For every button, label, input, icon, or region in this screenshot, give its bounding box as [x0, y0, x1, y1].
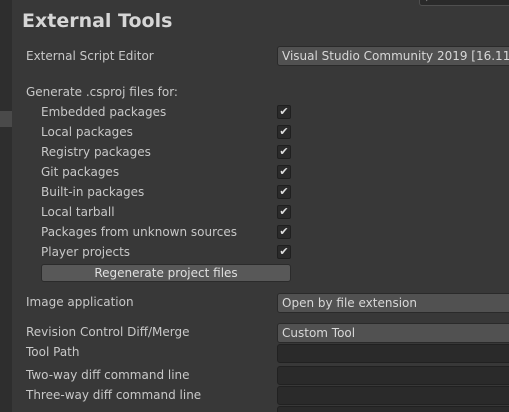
search-icon: ⌕: [426, 0, 432, 5]
built-in-packages-checkbox[interactable]: ✔: [277, 185, 291, 199]
image-application-label: Image application: [26, 295, 134, 309]
csproj-item-label: Embedded packages: [41, 105, 167, 119]
csproj-item-label: Local tarball: [41, 205, 115, 219]
external-script-editor-label: External Script Editor: [26, 49, 154, 63]
embedded-packages-checkbox[interactable]: ✔: [277, 105, 291, 119]
git-packages-checkbox[interactable]: ✔: [277, 165, 291, 179]
three-way-diff-label: Three-way diff command line: [26, 388, 202, 402]
tool-path-field[interactable]: [277, 344, 509, 363]
local-tarball-checkbox[interactable]: ✔: [277, 205, 291, 219]
image-application-dropdown[interactable]: Open by file extension: [277, 293, 509, 313]
regenerate-project-files-button[interactable]: Regenerate project files: [41, 264, 291, 282]
revision-control-dropdown[interactable]: Custom Tool: [277, 323, 509, 343]
section-title: External Tools: [22, 10, 173, 32]
csproj-item-label: Git packages: [41, 165, 120, 179]
csproj-item-label: Local packages: [41, 125, 133, 139]
left-panel-strip: [0, 0, 12, 412]
revision-control-label: Revision Control Diff/Merge: [26, 325, 190, 339]
search-input[interactable]: ⌕: [419, 0, 509, 6]
unknown-sources-checkbox[interactable]: ✔: [277, 225, 291, 239]
two-way-diff-field[interactable]: [277, 366, 509, 385]
registry-packages-checkbox[interactable]: ✔: [277, 145, 291, 159]
left-panel-selection-marker: [0, 111, 12, 127]
csproj-item-label: Built-in packages: [41, 185, 145, 199]
player-projects-checkbox[interactable]: ✔: [277, 245, 291, 259]
csproj-heading: Generate .csproj files for:: [26, 85, 178, 99]
external-tools-page: ⌕ External Tools External Script Editor …: [0, 0, 509, 412]
three-way-diff-field[interactable]: [277, 386, 509, 405]
tool-path-label: Tool Path: [26, 345, 80, 359]
external-script-editor-dropdown[interactable]: Visual Studio Community 2019 [16.11.3]: [277, 46, 509, 66]
csproj-item-label: Player projects: [41, 245, 131, 259]
merge-command-field[interactable]: [277, 406, 509, 412]
local-packages-checkbox[interactable]: ✔: [277, 125, 291, 139]
two-way-diff-label: Two-way diff command line: [26, 368, 190, 382]
csproj-item-label: Registry packages: [41, 145, 151, 159]
csproj-item-label: Packages from unknown sources: [41, 225, 237, 239]
